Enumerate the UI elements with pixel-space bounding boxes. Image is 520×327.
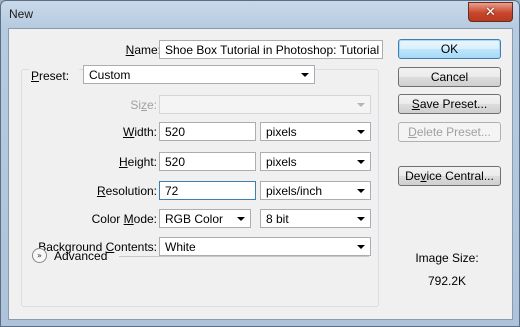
width-unit-value: pixels <box>266 125 297 139</box>
size-dropdown <box>159 95 371 114</box>
resolution-unit-value: pixels/inch <box>266 184 323 198</box>
delete-preset-button: Delete Preset... <box>398 122 501 142</box>
close-icon: ✕ <box>485 4 496 20</box>
chevron-down-icon <box>357 217 365 221</box>
preset-value: Custom <box>89 68 131 82</box>
color-mode-label: Color Mode: <box>91 212 157 226</box>
device-central-button[interactable]: Device Central... <box>398 166 501 186</box>
width-label: Width: <box>122 125 157 139</box>
chevron-down-icon <box>301 73 309 77</box>
bit-depth-value: 8 bit <box>266 212 289 226</box>
width-input[interactable]: 520 <box>159 122 256 141</box>
new-document-dialog: New ✕ Name: Shoe Box Tutorial in Photosh… <box>0 0 520 327</box>
ok-button[interactable]: OK <box>398 39 501 59</box>
chevron-down-icon <box>357 160 365 164</box>
resolution-label: Resolution: <box>96 184 157 198</box>
background-contents-value: White <box>165 240 196 254</box>
height-unit-value: pixels <box>266 155 297 169</box>
advanced-divider <box>119 256 369 257</box>
preset-dropdown[interactable]: Custom <box>83 65 315 84</box>
advanced-label[interactable]: Advanced <box>54 249 107 263</box>
close-button[interactable]: ✕ <box>468 2 513 22</box>
resolution-input[interactable]: 72 <box>159 181 256 200</box>
color-mode-value: RGB Color <box>165 212 224 226</box>
size-label: Size: <box>130 98 157 112</box>
image-size-label: Image Size: <box>415 251 479 265</box>
name-label: Name: <box>125 43 161 57</box>
height-unit-dropdown[interactable]: pixels <box>260 152 371 171</box>
name-input[interactable]: Shoe Box Tutorial in Photoshop: Tutorial <box>159 40 383 59</box>
color-mode-dropdown[interactable]: RGB Color <box>159 209 251 228</box>
title-bar[interactable]: New ✕ <box>1 1 519 27</box>
chevron-down-icon <box>357 245 365 249</box>
height-input[interactable]: 520 <box>159 152 256 171</box>
chevron-down-icon <box>357 130 365 134</box>
dialog-title: New <box>9 7 34 21</box>
chevron-down-icon <box>357 189 365 193</box>
bit-depth-dropdown[interactable]: 8 bit <box>260 209 371 228</box>
background-contents-dropdown[interactable]: White <box>159 237 371 256</box>
dialog-body: Name: Shoe Box Tutorial in Photoshop: Tu… <box>8 28 513 320</box>
cancel-button[interactable]: Cancel <box>398 67 501 87</box>
chevron-down-icon <box>237 217 245 221</box>
width-unit-dropdown[interactable]: pixels <box>260 122 371 141</box>
image-size-value: 792.2K <box>427 274 467 288</box>
preset-label: Preset: <box>29 69 79 83</box>
chevron-down-icon <box>357 103 365 107</box>
expand-chevron-icon[interactable]: » <box>32 248 47 263</box>
save-preset-button[interactable]: Save Preset... <box>398 94 501 114</box>
resolution-unit-dropdown[interactable]: pixels/inch <box>260 181 371 200</box>
height-label: Height: <box>118 155 157 169</box>
